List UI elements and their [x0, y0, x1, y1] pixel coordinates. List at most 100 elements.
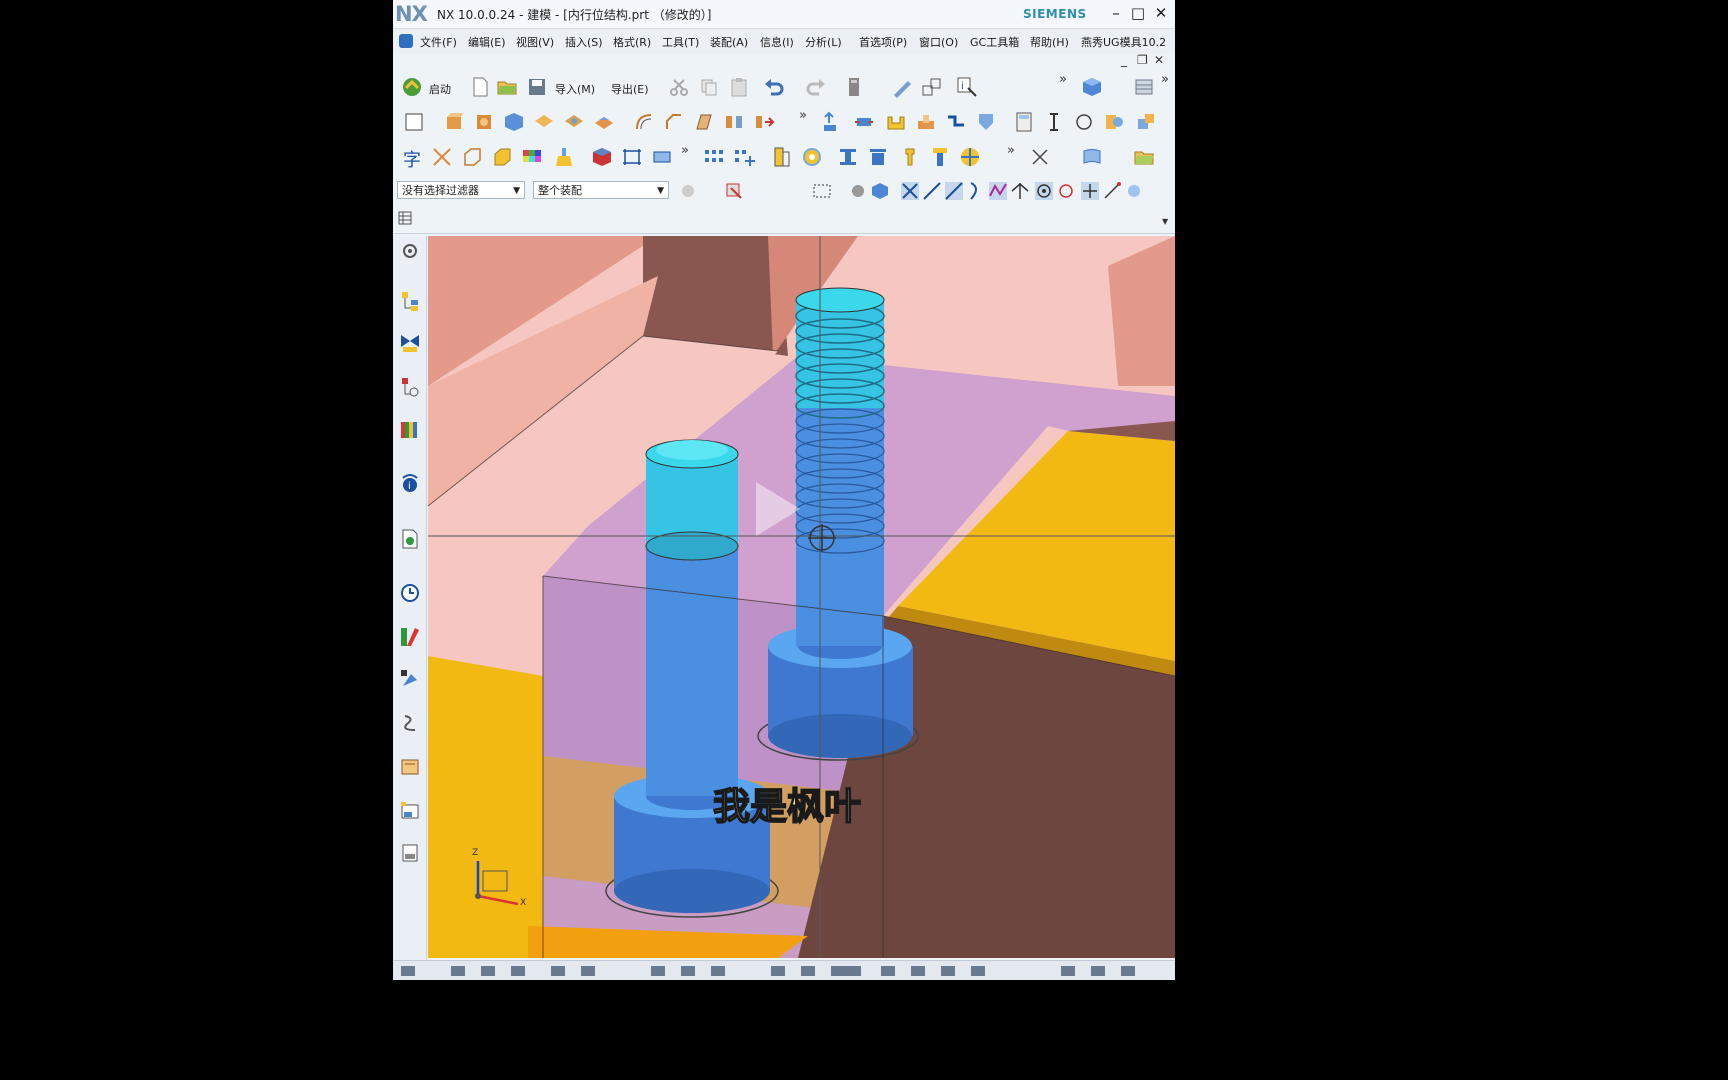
grid-color-icon[interactable] — [521, 146, 543, 168]
toolbar-overflow-4[interactable]: » — [681, 143, 689, 158]
pattern-feature-icon[interactable] — [753, 111, 775, 133]
start-button[interactable]: 启动 — [429, 81, 451, 97]
view-cube-icon[interactable] — [1081, 76, 1103, 98]
measure-distance-icon[interactable] — [1043, 111, 1065, 133]
snap-existing-icon[interactable] — [1101, 180, 1123, 202]
select-body-icon[interactable] — [847, 180, 869, 202]
export-button[interactable]: 导出(E) — [611, 81, 649, 97]
pocket-icon[interactable] — [885, 111, 907, 133]
revolve-icon[interactable] — [473, 111, 495, 133]
display-part-icon[interactable] — [1103, 111, 1125, 133]
web-browser-icon[interactable] — [399, 528, 421, 550]
general-selection-icon[interactable] — [723, 180, 745, 202]
menu-info[interactable]: 信息(I) — [760, 34, 794, 50]
new-file-icon[interactable] — [469, 76, 491, 98]
toolbar-overflow-2[interactable]: » — [1161, 72, 1169, 87]
save-icon[interactable] — [526, 76, 548, 98]
redo-icon[interactable] — [805, 76, 827, 98]
text-icon[interactable]: 字 — [403, 146, 421, 172]
unite-icon[interactable] — [533, 111, 555, 133]
snap-center-icon[interactable] — [1033, 180, 1055, 202]
menu-view[interactable]: 视图(V) — [516, 34, 554, 50]
toolbar-overflow-3[interactable]: » — [799, 108, 807, 123]
standard-part-icon[interactable] — [837, 146, 859, 168]
render-style-icon[interactable] — [1133, 76, 1155, 98]
cooling-icon[interactable] — [959, 146, 981, 168]
settings-icon[interactable] — [399, 240, 421, 262]
menu-edit[interactable]: 编辑(E) — [468, 34, 506, 50]
open-part-icon[interactable] — [1133, 146, 1155, 168]
snap-endpoint-icon[interactable] — [899, 180, 921, 202]
draft-icon[interactable] — [693, 111, 715, 133]
app-menu-icon[interactable] — [399, 34, 413, 48]
system-scene-icon[interactable] — [399, 800, 421, 822]
screw-icon[interactable] — [929, 146, 951, 168]
minimize-button[interactable]: – — [1106, 3, 1126, 23]
process-studio-icon[interactable] — [399, 668, 421, 690]
doc-minimize-button[interactable]: _ — [1121, 53, 1127, 67]
chamfer-icon[interactable] — [663, 111, 685, 133]
edge-blend-icon[interactable] — [633, 111, 655, 133]
hd3d-tools-icon[interactable]: i — [399, 472, 421, 494]
snap-intersection-icon[interactable] — [1123, 180, 1145, 202]
snap-midpoint-icon[interactable] — [943, 180, 965, 202]
snap-point-icon[interactable] — [1079, 180, 1101, 202]
toolbar-overflow-1[interactable]: » — [1059, 72, 1067, 87]
maximize-button[interactable]: □ — [1128, 3, 1148, 23]
mirror-feature-icon[interactable] — [723, 111, 745, 133]
shield-icon[interactable] — [975, 111, 997, 133]
intersect-icon[interactable] — [593, 111, 615, 133]
circle-icon[interactable] — [1073, 111, 1095, 133]
snap-quadrant-icon[interactable] — [1055, 180, 1077, 202]
role-icon[interactable] — [399, 756, 421, 778]
menu-preferences[interactable]: 首选项(P) — [859, 34, 907, 50]
cut-icon[interactable] — [668, 76, 690, 98]
dotted-grid-icon[interactable] — [703, 146, 725, 168]
boss-icon[interactable] — [915, 111, 937, 133]
snap-curve-icon[interactable] — [965, 180, 987, 202]
surface-icon[interactable] — [1081, 146, 1103, 168]
sketch-icon[interactable] — [403, 111, 425, 133]
undo-icon[interactable] — [763, 76, 785, 98]
constraint-navigator-icon[interactable] — [399, 332, 421, 354]
filter-icon[interactable] — [677, 180, 699, 202]
box-select-icon[interactable] — [811, 180, 833, 202]
layer-icon[interactable] — [843, 76, 865, 98]
move-object-icon[interactable] — [921, 76, 943, 98]
manufacturing-wizard-icon[interactable] — [399, 712, 421, 734]
box-outline-icon[interactable] — [461, 146, 483, 168]
block-icon[interactable] — [503, 111, 525, 133]
close-button[interactable]: ✕ — [1151, 3, 1171, 23]
graphics-window[interactable]: Z X — [428, 236, 1175, 958]
copy-icon[interactable] — [698, 76, 720, 98]
snap-line-icon[interactable] — [921, 180, 943, 202]
add-grid-icon[interactable] — [733, 146, 755, 168]
selection-filter-dropdown[interactable]: 没有选择过滤器 ▼ — [397, 181, 525, 199]
mold-base-icon[interactable] — [591, 146, 613, 168]
extrude-icon[interactable] — [443, 111, 465, 133]
selection-scope-dropdown[interactable]: 整个装配 ▼ — [533, 181, 669, 199]
select-cube-icon[interactable] — [869, 180, 891, 202]
command-bar-dropdown-icon[interactable]: ▼ — [1162, 217, 1168, 226]
edit-object-icon[interactable] — [891, 76, 913, 98]
coordinate-system-icon[interactable] — [1029, 146, 1051, 168]
doc-close-button[interactable]: ✕ — [1154, 53, 1164, 67]
menu-help[interactable]: 帮助(H) — [1030, 34, 1069, 50]
slot-icon[interactable] — [945, 111, 967, 133]
menu-assembly[interactable]: 装配(A) — [710, 34, 748, 50]
solid-box-icon[interactable] — [491, 146, 513, 168]
doc-restore-button[interactable]: ❐ — [1137, 53, 1148, 67]
gear-icon[interactable] — [801, 146, 823, 168]
palette-icon[interactable] — [399, 842, 421, 864]
brush-icon[interactable] — [553, 146, 575, 168]
menu-tools[interactable]: 工具(T) — [662, 34, 699, 50]
toolbar-overflow-5[interactable]: » — [1007, 143, 1015, 158]
menu-insert[interactable]: 插入(S) — [565, 34, 603, 50]
subtract-icon[interactable] — [563, 111, 585, 133]
menu-window[interactable]: 窗口(O) — [919, 34, 958, 50]
pin-icon[interactable] — [899, 146, 921, 168]
part-navigator-icon[interactable] — [399, 376, 421, 398]
menu-yanxiu-mold[interactable]: 燕秀UG模具10.2 — [1081, 34, 1166, 50]
offset-face-icon[interactable] — [853, 111, 875, 133]
slider-icon[interactable] — [771, 146, 793, 168]
